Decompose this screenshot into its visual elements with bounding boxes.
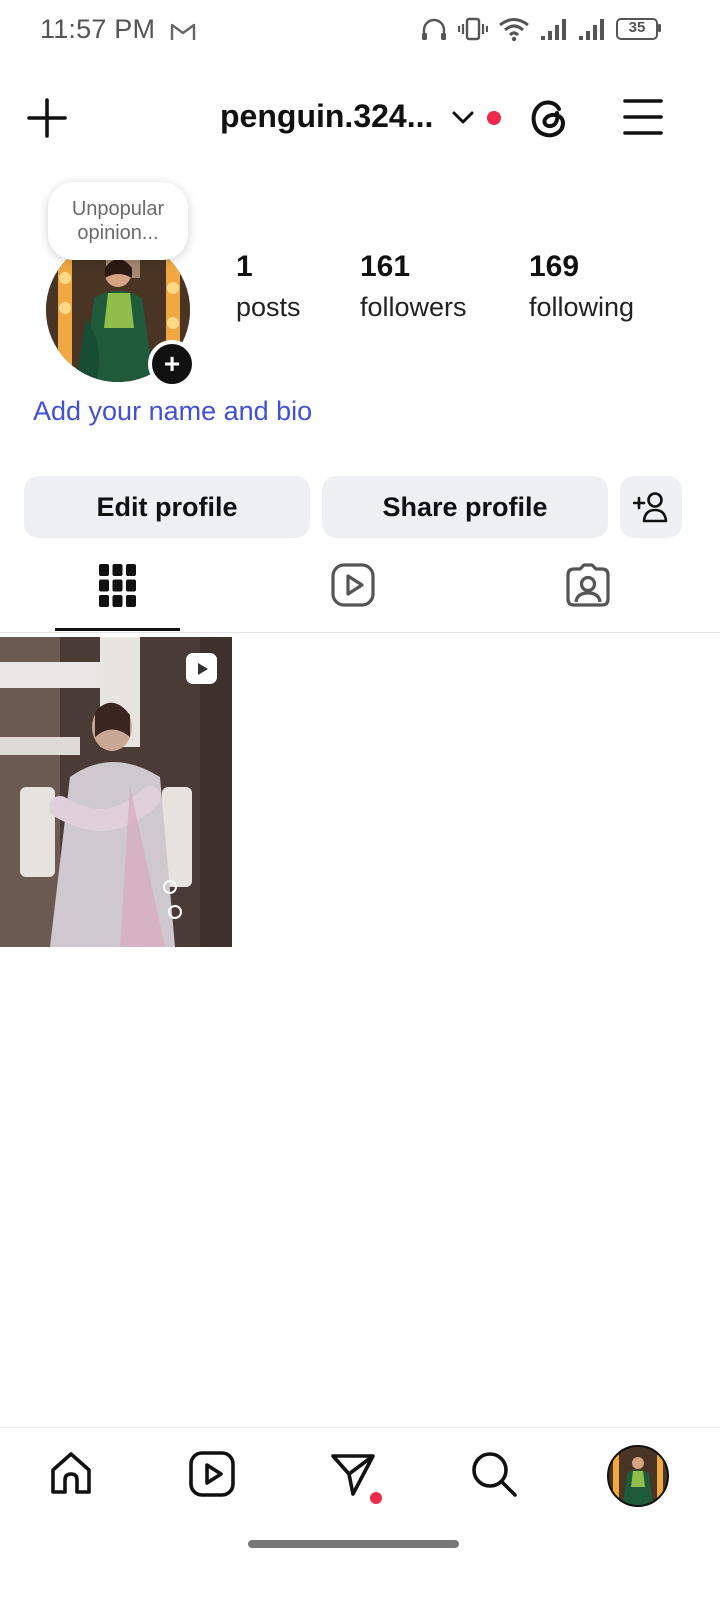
reel-badge — [186, 653, 217, 684]
tab-reels-icon[interactable] — [331, 563, 375, 607]
grid-icon[interactable] — [99, 564, 136, 607]
add-person-icon — [633, 492, 668, 523]
messages-icon[interactable] — [329, 1450, 377, 1498]
menu-icon[interactable] — [623, 98, 663, 136]
tagged-icon[interactable] — [566, 563, 610, 607]
tab-divider — [0, 632, 720, 633]
status-icons: 35 — [420, 16, 661, 42]
stat-following[interactable]: 169 following — [529, 250, 634, 323]
followers-count: 161 — [360, 250, 411, 283]
note-bubble[interactable]: Unpopular opinion... — [48, 182, 188, 260]
account-notification-dot — [487, 111, 501, 125]
gmail-icon — [170, 23, 196, 40]
home-indicator[interactable] — [248, 1540, 459, 1548]
active-tab-indicator — [55, 628, 180, 631]
share-profile-button[interactable]: Share profile — [322, 476, 608, 538]
battery-level: 35 — [628, 19, 646, 36]
nav-reels-icon[interactable] — [188, 1450, 236, 1498]
home-icon[interactable] — [47, 1450, 95, 1498]
wifi-icon — [499, 18, 529, 42]
account-username[interactable]: penguin.324... — [220, 98, 433, 135]
edit-profile-button[interactable]: Edit profile — [24, 476, 310, 538]
note-text-line1: Unpopular — [71, 198, 165, 220]
create-plus-icon[interactable] — [27, 98, 67, 138]
following-count: 169 — [529, 250, 580, 283]
bottom-nav-divider — [0, 1427, 720, 1428]
discover-people-button[interactable] — [620, 476, 682, 538]
add-name-bio-link[interactable]: Add your name and bio — [33, 396, 312, 427]
chevron-down-icon[interactable] — [452, 110, 474, 126]
messages-notification-dot — [370, 1492, 382, 1504]
threads-icon[interactable] — [527, 96, 571, 140]
nav-profile-avatar[interactable] — [607, 1445, 669, 1507]
signal-icon-1 — [541, 19, 566, 40]
battery-icon: 35 — [616, 18, 661, 40]
posts-label: posts — [236, 292, 301, 322]
signal-icon-2 — [579, 19, 604, 40]
posts-count: 1 — [236, 250, 253, 283]
followers-label: followers — [360, 292, 467, 322]
vibrate-icon — [458, 17, 488, 41]
status-time: 11:57 PM — [40, 14, 156, 44]
stat-posts[interactable]: 1 posts — [236, 250, 301, 323]
nav-avatar-photo — [609, 1447, 667, 1505]
search-icon[interactable] — [470, 1450, 518, 1498]
following-label: following — [529, 292, 635, 322]
stat-followers[interactable]: 161 followers — [360, 250, 467, 323]
play-icon — [197, 662, 208, 675]
add-story-plus-icon[interactable]: + — [148, 340, 196, 388]
note-text-line2: opinion... — [77, 222, 159, 244]
headphones-icon — [422, 18, 446, 40]
